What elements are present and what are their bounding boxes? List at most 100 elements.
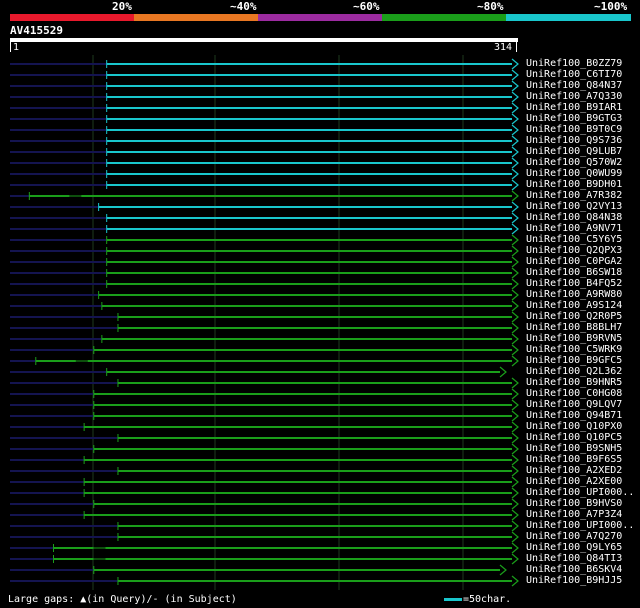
hit-row[interactable]: [10, 212, 519, 224]
hit-label[interactable]: UniRef100_UPI000..: [526, 520, 634, 531]
hit-row[interactable]: [10, 223, 519, 235]
hit-row[interactable]: [10, 575, 519, 587]
hit-row[interactable]: [10, 410, 519, 422]
hit-row[interactable]: [10, 278, 519, 290]
hit-row[interactable]: [10, 476, 519, 488]
hit-end-arrow: [511, 531, 519, 543]
hit-label[interactable]: UniRef100_A2XE00: [526, 476, 622, 487]
hit-row[interactable]: [10, 201, 519, 213]
hit-label[interactable]: UniRef100_UPI000..: [526, 487, 634, 498]
hit-row[interactable]: [10, 190, 519, 202]
hit-label[interactable]: UniRef100_A9NV71: [526, 223, 622, 234]
hit-end-arrow: [511, 124, 519, 136]
hit-label[interactable]: UniRef100_B9HVS0: [526, 498, 622, 509]
hit-end-arrow: [511, 377, 519, 389]
hit-row[interactable]: [10, 454, 519, 466]
hit-label[interactable]: UniRef100_B6SW18: [526, 267, 622, 278]
hit-row[interactable]: [10, 179, 519, 191]
hit-row[interactable]: [10, 344, 519, 356]
hit-row[interactable]: [10, 432, 519, 444]
hit-row[interactable]: [10, 91, 519, 103]
hit-label[interactable]: UniRef100_Q9LUB7: [526, 146, 622, 157]
hit-row[interactable]: [10, 498, 519, 510]
hit-row[interactable]: [10, 542, 519, 554]
hit-row[interactable]: [10, 168, 519, 180]
hit-label[interactable]: UniRef100_Q10PX0: [526, 421, 622, 432]
hit-row[interactable]: [10, 113, 519, 125]
hit-row[interactable]: [10, 146, 519, 158]
hit-label[interactable]: UniRef100_A7Q270: [526, 531, 622, 542]
hit-label[interactable]: UniRef100_B9T0C9: [526, 124, 622, 135]
hit-row[interactable]: [10, 377, 519, 389]
hit-label[interactable]: UniRef100_Q2R0P5: [526, 311, 622, 322]
hit-row[interactable]: [10, 443, 519, 455]
hit-label[interactable]: UniRef100_A7R382: [526, 190, 622, 201]
hit-label[interactable]: UniRef100_Q2L362: [526, 366, 622, 377]
hit-label[interactable]: UniRef100_B9SNH5: [526, 443, 622, 454]
hit-label[interactable]: UniRef100_A9S124: [526, 300, 622, 311]
hit-label[interactable]: UniRef100_A7P3Z4: [526, 509, 622, 520]
hit-row[interactable]: [10, 355, 519, 367]
hit-row[interactable]: [10, 102, 519, 114]
hit-label[interactable]: UniRef100_B9IAR1: [526, 102, 622, 113]
hit-row[interactable]: [10, 487, 519, 499]
hit-row[interactable]: [10, 564, 507, 576]
hit-row[interactable]: [10, 124, 519, 136]
hit-row[interactable]: [10, 366, 507, 378]
hit-row[interactable]: [10, 157, 519, 169]
hit-label[interactable]: UniRef100_B9HJJ5: [526, 575, 622, 586]
hit-label[interactable]: UniRef100_Q9S736: [526, 135, 622, 146]
hit-label[interactable]: UniRef100_Q84TI3: [526, 553, 622, 564]
hit-row[interactable]: [10, 520, 519, 532]
hit-label[interactable]: UniRef100_B9GFC5: [526, 355, 622, 366]
hit-label[interactable]: UniRef100_B9GTG3: [526, 113, 622, 124]
hit-label[interactable]: UniRef100_C0HG08: [526, 388, 622, 399]
hit-row[interactable]: [10, 300, 519, 312]
hit-label[interactable]: UniRef100_Q94B71: [526, 410, 622, 421]
hit-row[interactable]: [10, 267, 519, 279]
hit-row[interactable]: [10, 245, 519, 257]
hit-label[interactable]: UniRef100_Q9LY65: [526, 542, 622, 553]
hit-label[interactable]: UniRef100_A7Q330: [526, 91, 622, 102]
hit-label[interactable]: UniRef100_C5Y6Y5: [526, 234, 622, 245]
hit-row[interactable]: [10, 333, 519, 345]
hit-row[interactable]: [10, 135, 519, 147]
hit-label[interactable]: UniRef100_Q0WU99: [526, 168, 622, 179]
hit-label[interactable]: UniRef100_B9HNR5: [526, 377, 622, 388]
hit-label[interactable]: UniRef100_B9DH01: [526, 179, 622, 190]
hit-label[interactable]: UniRef100_A9RW80: [526, 289, 622, 300]
hit-label[interactable]: UniRef100_B8BLH7: [526, 322, 622, 333]
hit-row[interactable]: [10, 531, 519, 543]
hit-row[interactable]: [10, 421, 519, 433]
hit-label[interactable]: UniRef100_Q2QPX3: [526, 245, 622, 256]
hit-row[interactable]: [10, 311, 519, 323]
hit-row[interactable]: [10, 465, 519, 477]
hit-label[interactable]: UniRef100_Q84N38: [526, 212, 622, 223]
hit-label[interactable]: UniRef100_B9F6S5: [526, 454, 622, 465]
hit-label[interactable]: UniRef100_C5WRK9: [526, 344, 622, 355]
hit-row[interactable]: [10, 509, 519, 521]
hit-end-arrow: [499, 564, 507, 576]
hit-label[interactable]: UniRef100_B6SKV4: [526, 564, 622, 575]
hit-label[interactable]: UniRef100_Q2VY13: [526, 201, 622, 212]
hit-row[interactable]: [10, 289, 519, 301]
hit-label[interactable]: UniRef100_B4FQ52: [526, 278, 622, 289]
hit-label[interactable]: UniRef100_Q84N37: [526, 80, 622, 91]
hit-row[interactable]: [10, 69, 519, 81]
hit-label[interactable]: UniRef100_C0PGA2: [526, 256, 622, 267]
hit-row[interactable]: [10, 322, 519, 334]
hit-label[interactable]: UniRef100_Q9LQV7: [526, 399, 622, 410]
hit-label[interactable]: UniRef100_B9RVN5: [526, 333, 622, 344]
hit-row[interactable]: [10, 553, 519, 565]
hit-label[interactable]: UniRef100_Q570W2: [526, 157, 622, 168]
hit-label[interactable]: UniRef100_Q10PC5: [526, 432, 622, 443]
hit-row[interactable]: [10, 234, 519, 246]
hit-label[interactable]: UniRef100_A2XED2: [526, 465, 622, 476]
hit-row[interactable]: [10, 388, 519, 400]
hit-row[interactable]: [10, 58, 519, 70]
hit-row[interactable]: [10, 399, 519, 411]
hit-row[interactable]: [10, 80, 519, 92]
hit-label[interactable]: UniRef100_C6TI70: [526, 69, 622, 80]
hit-row[interactable]: [10, 256, 519, 268]
hit-label[interactable]: UniRef100_B0ZZ79: [526, 58, 622, 69]
